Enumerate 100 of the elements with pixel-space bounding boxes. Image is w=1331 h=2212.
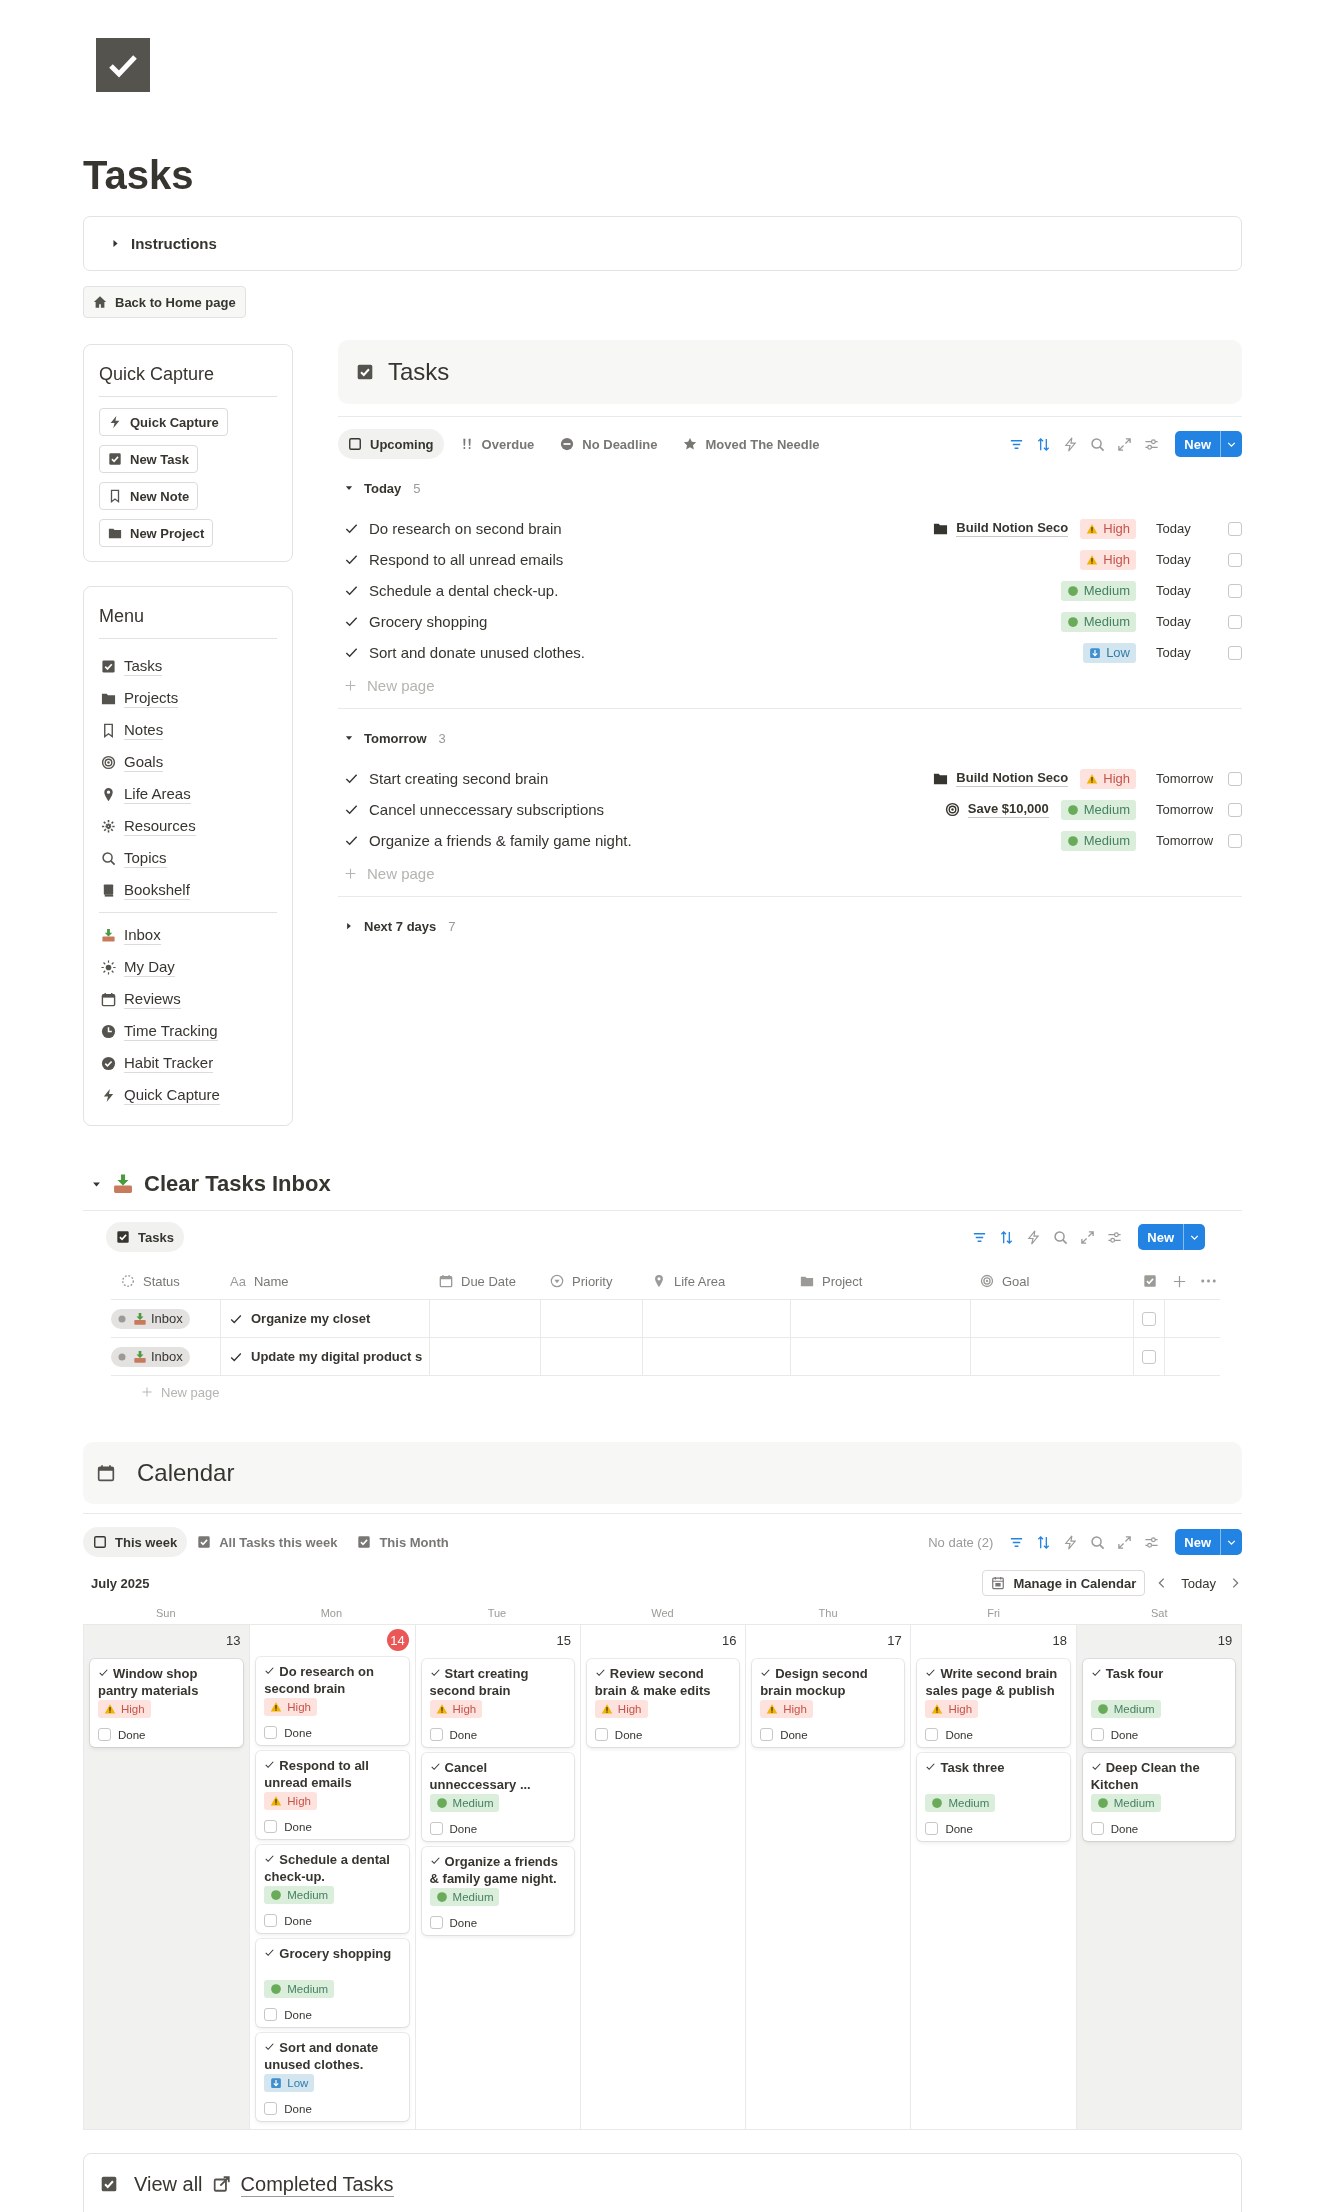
view-tab[interactable]: All Tasks this week — [187, 1527, 348, 1557]
today-button[interactable]: Today — [1179, 1575, 1218, 1591]
column-header[interactable]: Project — [790, 1263, 970, 1299]
task-name[interactable]: Organize a friends & family game night. — [369, 832, 632, 849]
checkbox[interactable] — [1228, 645, 1242, 660]
home-link-button[interactable]: Back to Home page — [83, 286, 246, 318]
menu-link[interactable]: My Day — [124, 957, 175, 977]
column-header[interactable]: Life Area — [642, 1263, 790, 1299]
task-card[interactable]: Sort and donate unused clothes. Low Done — [256, 2033, 409, 2121]
checkbox[interactable] — [1228, 833, 1242, 848]
checkbox[interactable] — [429, 1822, 443, 1835]
task-card[interactable]: Window shop pantry materials High Done — [90, 1659, 244, 1747]
menu-link[interactable]: Life Areas — [124, 784, 191, 804]
new-button[interactable]: New — [1138, 1224, 1205, 1250]
menu-link[interactable]: Bookshelf — [124, 880, 190, 900]
column-header[interactable]: Aa Name — [220, 1263, 429, 1299]
instructions-toggle[interactable]: Instructions — [83, 216, 1242, 271]
menu-link[interactable]: Inbox — [124, 925, 161, 945]
task-name[interactable]: Schedule a dental check-up. — [369, 582, 559, 599]
new-button[interactable]: New — [1175, 1529, 1242, 1555]
checkbox[interactable] — [264, 2102, 278, 2115]
checkbox[interactable] — [1228, 771, 1242, 786]
task-name[interactable]: Organize my closet — [251, 1311, 371, 1326]
checkbox[interactable] — [1090, 1728, 1104, 1741]
checkbox[interactable] — [264, 1820, 278, 1833]
view-tab[interactable]: Upcoming — [338, 429, 444, 459]
menu-link[interactable]: Topics — [124, 848, 167, 868]
task-card[interactable]: Do research on second brain High Done — [256, 1657, 409, 1745]
task-card[interactable]: Organize a friends & family game night. Medium Done — [421, 1847, 574, 1935]
task-name[interactable]: Start creating second brain — [369, 770, 549, 787]
task-name[interactable]: Do research on second brain — [369, 520, 562, 537]
task-card[interactable]: Task three Medium Done — [917, 1753, 1070, 1841]
task-card[interactable]: Schedule a dental check-up. Medium Done — [256, 1845, 409, 1933]
menu-link[interactable]: Reviews — [124, 989, 181, 1009]
project-link[interactable]: Build Notion Seco — [956, 520, 1069, 537]
checkbox[interactable] — [264, 2008, 278, 2021]
task-card[interactable]: Review second brain & make edits High Done — [586, 1659, 740, 1747]
menu-link[interactable]: Quick Capture — [124, 1085, 220, 1105]
group-toggle[interactable]: Next 7 days 7 — [338, 911, 1242, 941]
view-tab[interactable]: No Deadline — [550, 429, 668, 459]
task-name[interactable]: Sort and donate unused clothes. — [369, 644, 585, 661]
view-tab[interactable]: This week — [83, 1527, 188, 1557]
quick-capture-button[interactable]: New Task — [99, 445, 198, 473]
task-card[interactable]: Deep Clean the Kitchen Medium Done — [1082, 1753, 1235, 1841]
task-card[interactable]: Start creating second brain High Done — [421, 1659, 574, 1747]
checkbox[interactable] — [1228, 583, 1242, 598]
bolt-icon — [1063, 436, 1079, 452]
new-button[interactable]: New — [1175, 431, 1242, 457]
checkbox[interactable] — [429, 1916, 443, 1929]
checkmark-icon — [264, 1947, 276, 1958]
task-card[interactable]: Design second brain mockup High Done — [752, 1659, 905, 1747]
task-name[interactable]: Cancel unneccessary subscriptions — [369, 801, 605, 818]
menu-link[interactable]: Time Tracking — [124, 1021, 218, 1041]
column-header[interactable]: Priority — [540, 1263, 642, 1299]
checkbox[interactable] — [264, 1914, 278, 1927]
column-header[interactable]: Goal — [970, 1263, 1133, 1299]
goal-link[interactable]: Save $10,000 — [967, 801, 1049, 818]
menu-link[interactable]: Tasks — [124, 656, 163, 676]
group-toggle[interactable]: Today 5 — [338, 473, 1242, 503]
view-tab[interactable]: Overdue — [449, 429, 545, 459]
checkbox[interactable] — [925, 1822, 939, 1835]
task-card[interactable]: Write second brain sales page & publish High Done — [917, 1659, 1070, 1747]
checkbox[interactable] — [594, 1728, 608, 1741]
view-tab[interactable]: This Month — [347, 1527, 459, 1557]
checkbox[interactable] — [1228, 614, 1242, 629]
quick-capture-button[interactable]: Quick Capture — [99, 408, 228, 436]
view-tab[interactable]: Moved The Needle — [673, 429, 830, 459]
menu-link[interactable]: Notes — [124, 720, 164, 740]
checkbox[interactable] — [1142, 1311, 1156, 1326]
menu-link[interactable]: Projects — [124, 688, 179, 708]
menu-link[interactable]: Resources — [124, 816, 196, 836]
task-card[interactable]: Respond to all unread emails High Done — [256, 1751, 409, 1839]
checkbox[interactable] — [429, 1728, 443, 1741]
menu-link[interactable]: Habit Tracker — [124, 1053, 214, 1073]
checkbox[interactable] — [1228, 802, 1242, 817]
checkbox[interactable] — [1090, 1822, 1104, 1835]
group-toggle[interactable]: Tomorrow 3 — [338, 723, 1242, 753]
checkbox[interactable] — [925, 1728, 939, 1741]
quick-capture-button[interactable]: New Project — [99, 519, 214, 547]
manage-calendar-button[interactable]: Manage in Calendar — [982, 1570, 1146, 1596]
checkbox[interactable] — [98, 1728, 111, 1741]
view-tab[interactable]: Tasks — [106, 1222, 184, 1252]
task-card[interactable]: Grocery shopping Medium Done — [256, 1939, 409, 2027]
checkbox[interactable] — [760, 1728, 774, 1741]
column-header[interactable]: Due Date — [429, 1263, 540, 1299]
completed-tasks-link[interactable]: Completed Tasks — [240, 2171, 394, 2197]
checkbox[interactable] — [1228, 521, 1242, 536]
task-card[interactable]: Task four Medium Done — [1082, 1659, 1235, 1747]
task-name[interactable]: Grocery shopping — [369, 613, 488, 630]
checkbox[interactable] — [1228, 552, 1242, 567]
task-name[interactable]: Respond to all unread emails — [369, 551, 564, 568]
column-header[interactable]: Status — [111, 1263, 220, 1299]
task-name[interactable]: Update my digital product s — [251, 1349, 423, 1364]
task-card[interactable]: Cancel unneccessary ... Medium Done — [421, 1753, 574, 1841]
quick-capture-button[interactable]: New Note — [99, 482, 199, 510]
menu-link[interactable]: Goals — [124, 752, 164, 772]
checkbox[interactable] — [264, 1726, 278, 1739]
priority-tag: Medium — [264, 1886, 335, 1904]
project-link[interactable]: Build Notion Seco — [956, 770, 1069, 787]
checkbox[interactable] — [1142, 1349, 1156, 1364]
